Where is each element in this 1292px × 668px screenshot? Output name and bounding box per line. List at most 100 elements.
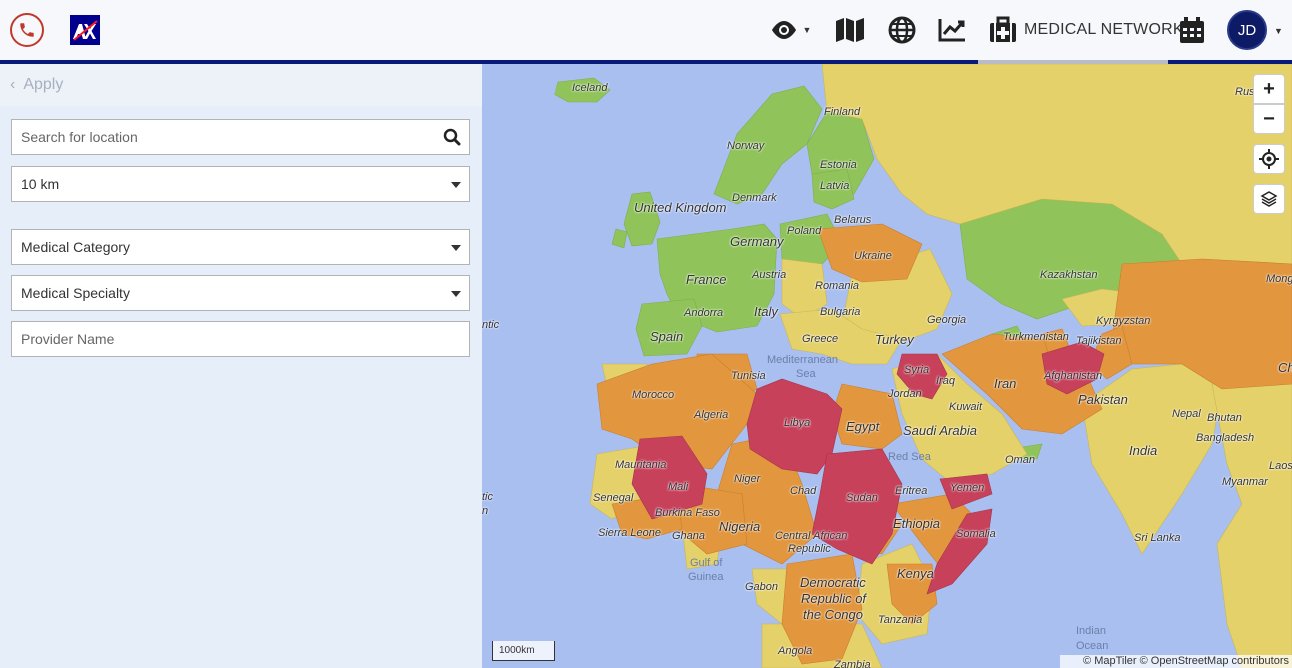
- map-label-niger: Niger: [734, 473, 761, 485]
- filter-sidebar: ‹ Apply Search for location 10 km Medica…: [0, 64, 482, 668]
- map-label-sierra: Sierra Leone: [598, 527, 661, 539]
- medical-network-tab[interactable]: MEDICAL NETWORK: [1024, 21, 1184, 39]
- provider-name-input[interactable]: Provider Name: [11, 321, 470, 357]
- map-label-bhutan: Bhutan: [1207, 412, 1242, 424]
- dropdown-arrow-icon: [451, 245, 461, 251]
- eye-menu[interactable]: ▼: [766, 14, 814, 46]
- map-label-kyrgyzstan: Kyrgyzstan: [1096, 315, 1151, 327]
- map-label-india: India: [1129, 443, 1158, 458]
- map-label-morocco: Morocco: [632, 389, 675, 401]
- map-label-gabon: Gabon: [745, 581, 779, 593]
- chevron-down-icon[interactable]: ▼: [1274, 26, 1283, 36]
- map-label-turkmenistan: Turkmenistan: [1003, 331, 1069, 343]
- user-avatar[interactable]: JD: [1227, 10, 1267, 50]
- radius-value: 10 km: [21, 176, 60, 192]
- sea-label-gulf-of-guinea: Gulf of: [690, 557, 723, 569]
- map-label-tanzania: Tanzania: [878, 614, 923, 626]
- map-label-jordan: Jordan: [888, 388, 922, 400]
- map-label-nepal: Nepal: [1172, 408, 1201, 420]
- globe-icon[interactable]: [887, 14, 917, 46]
- map-label-nigeria: Nigeria: [719, 519, 761, 534]
- zoom-in-button[interactable]: +: [1253, 74, 1285, 104]
- map-label-germany: Germany: [730, 234, 784, 249]
- map-label-turkey: Turkey: [875, 332, 914, 347]
- map-label-mongolia: Mongo: [1266, 273, 1292, 285]
- map-label-laos: Laos: [1269, 460, 1292, 472]
- chart-icon[interactable]: [936, 14, 968, 46]
- locate-icon: [1259, 149, 1279, 169]
- category-value: Medical Category: [21, 239, 130, 255]
- map-scale: 1000km: [492, 641, 555, 661]
- top-navigation-bar: ▼ MEDICAL NETWORK JD ▼: [0, 0, 1292, 60]
- sea-label-red-sea: Red Sea: [888, 451, 931, 463]
- layers-button[interactable]: [1253, 184, 1285, 214]
- search-icon[interactable]: [443, 128, 461, 149]
- dropdown-arrow-icon: [451, 182, 461, 188]
- sea-label-indian-ocean: Indian: [1076, 625, 1106, 637]
- map-label-latvia: Latvia: [820, 180, 850, 192]
- map-label-china: Ch: [1278, 360, 1292, 375]
- map-label-poland: Poland: [787, 225, 822, 237]
- map-label-norway: Norway: [727, 140, 765, 152]
- map-label-kazakhstan: Kazakhstan: [1040, 269, 1098, 281]
- map-label-iceland: Iceland: [572, 82, 608, 94]
- map-label-eritrea: Eritrea: [895, 485, 928, 497]
- map-label-ghana: Ghana: [672, 530, 706, 542]
- medical-specialty-select[interactable]: Medical Specialty: [11, 275, 470, 311]
- map-icon[interactable]: [833, 14, 867, 46]
- map-label-syria: Syria: [904, 364, 930, 376]
- map-label-somalia: Somalia: [956, 528, 996, 540]
- map-label-senegal: Senegal: [593, 492, 634, 504]
- map-label-oman: Oman: [1005, 454, 1035, 466]
- map-label-romania: Romania: [815, 280, 860, 292]
- map-label-egypt: Egypt: [846, 419, 880, 434]
- calendar-icon[interactable]: [1178, 14, 1206, 46]
- map-label-denmark: Denmark: [732, 192, 777, 204]
- locate-button[interactable]: [1253, 144, 1285, 174]
- map-label-finland: Finland: [824, 106, 861, 118]
- sea-label-gulf-of-guinea-2: Guinea: [688, 571, 724, 583]
- map-label-iran: Iran: [994, 376, 1017, 391]
- medical-category-select[interactable]: Medical Category: [11, 229, 470, 265]
- phone-icon[interactable]: [10, 13, 44, 47]
- map-label-estonia: Estonia: [820, 159, 857, 171]
- map-label-georgia: Georgia: [927, 314, 967, 326]
- map-label-tunisia: Tunisia: [731, 370, 766, 382]
- map-label-drc-line3: the Congo: [803, 607, 863, 622]
- map-label-car-line2: Republic: [788, 543, 831, 555]
- map-label-pakistan: Pakistan: [1078, 392, 1128, 407]
- map-label-spain: Spain: [650, 329, 684, 344]
- medical-kit-icon[interactable]: [987, 14, 1019, 46]
- map-label-uk: United Kingdom: [634, 200, 727, 215]
- risk-map[interactable]: Iceland Finland Norway Estonia Latvia De…: [482, 64, 1292, 668]
- map-label-bangladesh: Bangladesh: [1196, 432, 1255, 444]
- zoom-out-button[interactable]: −: [1253, 104, 1285, 134]
- search-location-input[interactable]: Search for location: [11, 119, 470, 155]
- map-label-italy: Italy: [754, 304, 778, 319]
- map-label-yemen: Yemen: [950, 482, 985, 494]
- axa-logo[interactable]: [70, 15, 100, 45]
- map-label-myanmar: Myanmar: [1222, 476, 1268, 488]
- map-label-austria: Austria: [752, 269, 787, 281]
- provider-placeholder: Provider Name: [21, 331, 115, 347]
- map-label-russia: Rus: [1235, 86, 1255, 98]
- map-label-atlantic-1: ntic: [482, 319, 500, 331]
- map-label-chad: Chad: [790, 485, 817, 497]
- map-label-ukraine: Ukraine: [854, 250, 892, 262]
- map-label-atlantic-2: tic: [482, 491, 493, 503]
- map-label-sudan: Sudan: [846, 492, 878, 504]
- map-label-kenya: Kenya: [897, 566, 934, 581]
- map-label-bulgaria: Bulgaria: [820, 306, 861, 318]
- chevron-left-icon: ‹: [10, 76, 16, 93]
- layers-icon: [1260, 191, 1278, 207]
- map-label-mali: Mali: [668, 481, 689, 493]
- map-label-algeria: Algeria: [694, 409, 729, 421]
- radius-select[interactable]: 10 km: [11, 166, 470, 202]
- map-label-ethiopia: Ethiopia: [893, 516, 940, 531]
- sea-label-indian-ocean-2: Ocean: [1076, 640, 1109, 652]
- sea-label-mediterranean: Mediterranean: [767, 354, 838, 366]
- map-attribution[interactable]: © MapTiler © OpenStreetMap contributors: [1060, 655, 1292, 668]
- apply-button[interactable]: ‹ Apply: [0, 64, 482, 106]
- map-label-kuwait: Kuwait: [949, 401, 983, 413]
- map-label-greece: Greece: [802, 333, 839, 345]
